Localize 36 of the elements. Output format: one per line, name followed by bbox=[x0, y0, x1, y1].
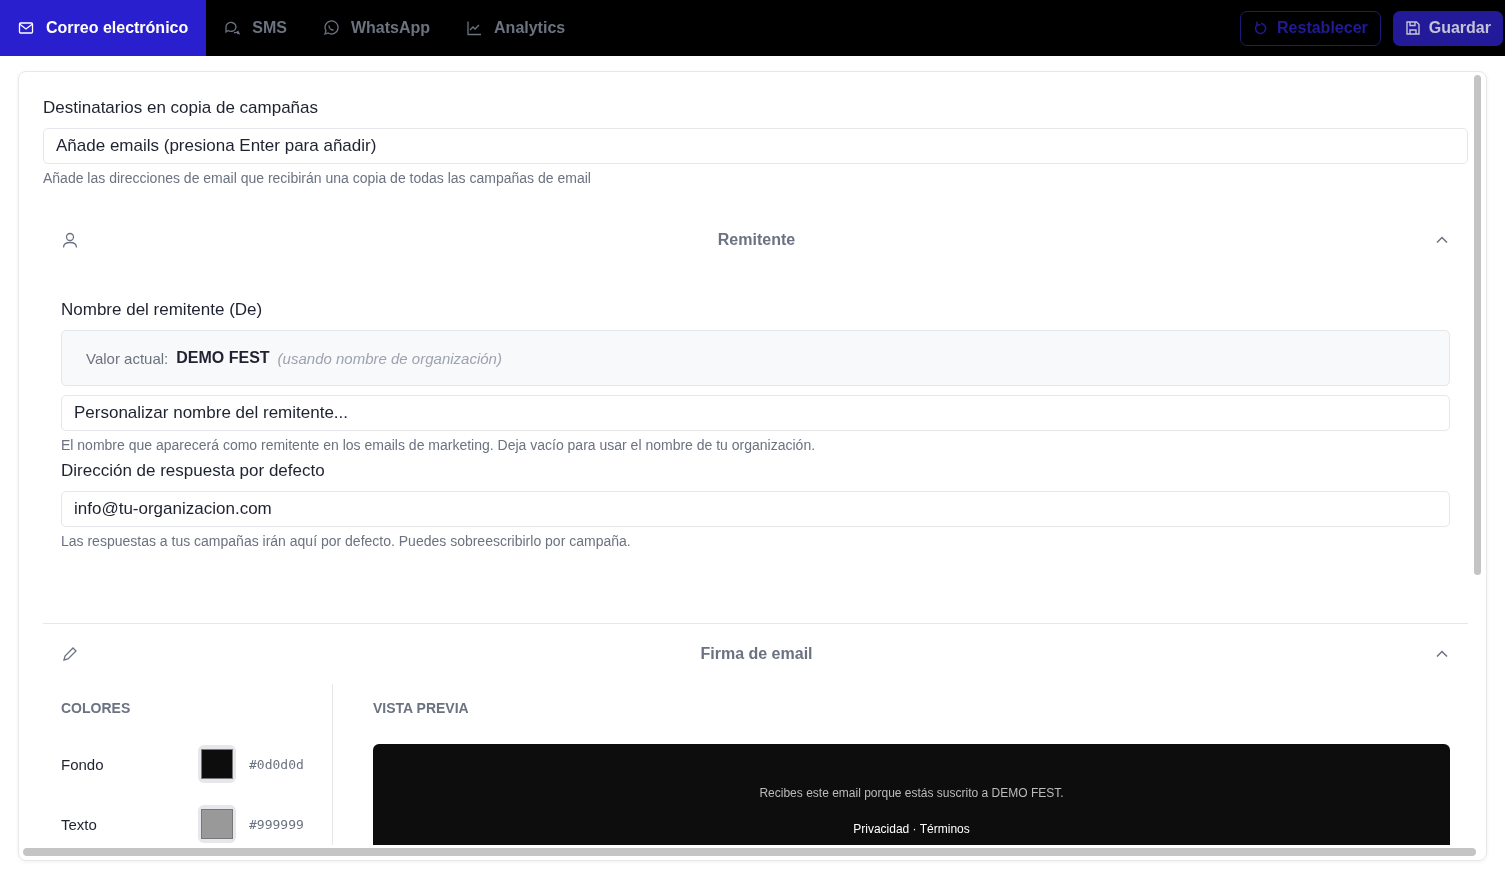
preview-text: Recibes este email porque estás suscrito a DEMO FEST. bbox=[759, 786, 1064, 800]
color-label: Fondo bbox=[61, 755, 105, 773]
current-value: DEMO FEST bbox=[176, 349, 270, 367]
whatsapp-icon bbox=[322, 20, 339, 36]
help-text: Añade las direcciones de email que recibirán una copia de todas las campañas de email bbox=[43, 170, 592, 186]
current-value-label: Valor actual: bbox=[86, 349, 169, 367]
user-icon bbox=[61, 231, 79, 249]
scrollbar[interactable] bbox=[1474, 75, 1481, 575]
input-field[interactable]: Personalizar nombre del remitente... bbox=[61, 395, 1450, 431]
chart-icon bbox=[466, 20, 483, 36]
help-text: El nombre que aparecerá como remitente en los emails de marketing. Deja vacío para usar el nombre de tu organización. bbox=[61, 437, 817, 453]
input-field[interactable]: info@tu-organizacion.com bbox=[61, 491, 1450, 527]
tab[interactable]: Analytics bbox=[448, 0, 584, 56]
tab[interactable]: SMS bbox=[206, 0, 305, 56]
color-label: Texto bbox=[61, 815, 98, 833]
preview-links: Privacidad · Términos bbox=[853, 822, 970, 836]
pencil-icon bbox=[61, 645, 79, 663]
current-value-note: (usando nombre de organización) bbox=[277, 349, 502, 367]
field-label: Destinatarios en copia de campañas bbox=[43, 98, 319, 118]
chat-icon bbox=[224, 20, 241, 36]
tab[interactable]: WhatsApp bbox=[304, 0, 449, 56]
mail-icon bbox=[18, 20, 34, 36]
field-label: Nombre del remitente (De) bbox=[61, 300, 264, 320]
help-text: Las respuestas a tus campañas irán aquí por defecto. Puedes sobreescribirlo por campaña. bbox=[61, 533, 632, 549]
section-title: Firma de email bbox=[700, 645, 813, 663]
color-value: #0d0d0d bbox=[249, 756, 304, 772]
scrollbar[interactable] bbox=[23, 848, 1476, 856]
column-heading: COLORES bbox=[61, 700, 132, 716]
field-label: Dirección de respuesta por defecto bbox=[61, 461, 326, 481]
input-field[interactable]: Añade emails (presiona Enter para añadir) bbox=[43, 128, 1468, 164]
column-heading: VISTA PREVIA bbox=[373, 700, 470, 716]
save-button[interactable]: Guardar bbox=[1392, 10, 1503, 46]
tab[interactable]: Correo electrónico bbox=[0, 0, 207, 56]
color-value: #999999 bbox=[249, 816, 304, 832]
save-icon bbox=[1404, 20, 1421, 36]
section-title: Remitente bbox=[717, 231, 796, 249]
